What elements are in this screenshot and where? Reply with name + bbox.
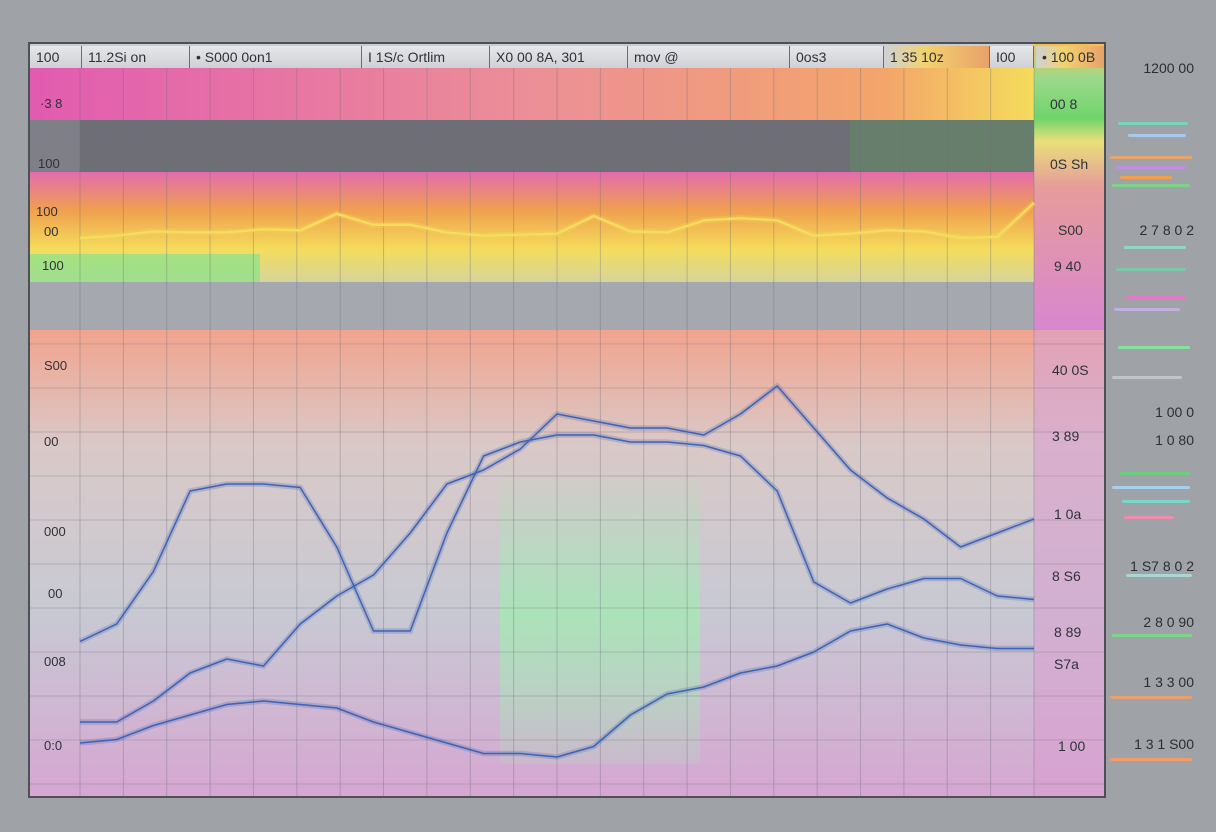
side-label-6: 1 3 3 00 — [1143, 674, 1194, 690]
side-label-2: 1 00 0 — [1155, 404, 1194, 420]
side-bar-1 — [1128, 134, 1186, 137]
bottom-right-label-6: 1 00 — [1058, 738, 1086, 754]
header-cell-7: 1 35 10z — [884, 46, 990, 68]
side-bar-3 — [1116, 166, 1186, 169]
side-label-0: 1200 00 — [1143, 60, 1194, 76]
top-right-label-1: 0S Sh — [1050, 156, 1089, 172]
side-bar-2 — [1110, 156, 1192, 159]
bottom-right-label-5: S7a — [1054, 656, 1079, 672]
header-cell-5: mov @ — [628, 46, 790, 68]
bottom-left-label-3: 00 — [48, 586, 63, 601]
chart-canvas — [30, 44, 1104, 796]
top-right-label-3: 9 40 — [1054, 258, 1082, 274]
side-label-5: 2 8 0 90 — [1143, 614, 1194, 630]
side-bar-0 — [1118, 122, 1188, 125]
side-label-4: 1 S7 8 0 2 — [1130, 558, 1194, 574]
green-wedge — [30, 254, 260, 282]
header-cell-4: X0 00 8A, 301 — [490, 46, 628, 68]
top-left-label-3: 00 — [44, 224, 59, 239]
bottom-right-label-2: 1 0a — [1054, 506, 1082, 522]
header-cell-0: 100 — [30, 46, 82, 68]
top-right-label-0: 00 8 — [1050, 96, 1078, 112]
bottom-right-label-4: 8 89 — [1054, 624, 1082, 640]
bottom-right-label-1: 3 89 — [1052, 428, 1080, 444]
top-color-band — [30, 68, 1034, 120]
side-bar-6 — [1124, 246, 1186, 249]
side-bar-16 — [1126, 574, 1192, 577]
side-bar-8 — [1126, 296, 1186, 299]
side-bar-13 — [1112, 486, 1190, 489]
header-cell-2: • S000 0on1 — [190, 46, 362, 68]
header-cell-9: • 100 0B — [1036, 46, 1104, 68]
bottom-left-label-1: 00 — [44, 434, 59, 449]
bottom-left-label-0: S00 — [44, 358, 68, 373]
bottom-right-label-0: 40 0S — [1052, 362, 1089, 378]
side-bar-17 — [1112, 634, 1192, 637]
side-bar-10 — [1118, 346, 1190, 349]
side-label-3: 1 0 80 — [1155, 432, 1194, 448]
header-cell-6: 0os3 — [790, 46, 884, 68]
side-bar-9 — [1114, 308, 1180, 311]
top-left-label-2: 100 — [36, 204, 58, 219]
chart-frame: 100 11.2Si on • S000 0on1 I 1S/c Ortlim X0 0… — [28, 42, 1106, 798]
side-label-7: 1 3 1 S00 — [1134, 736, 1194, 752]
bottom-left-label-2: 000 — [44, 524, 66, 539]
top-left-label-1: 100 — [38, 156, 60, 171]
side-bar-7 — [1116, 268, 1186, 271]
top-right-label-2: S00 — [1058, 222, 1083, 238]
top-left-label-4: 100 — [42, 258, 64, 273]
side-bar-18 — [1110, 696, 1192, 699]
bottom-left-label-4: 008 — [44, 654, 66, 669]
top-left-label-0: ·3 8 — [40, 96, 63, 111]
header-cell-8: I00 — [990, 46, 1034, 68]
right-value-strip — [1034, 44, 1104, 330]
side-panel: 1200 00 2 7 8 0 2 1 00 0 1 0 80 1 S7 8 0… — [1106, 42, 1216, 798]
side-bar-5 — [1112, 184, 1190, 187]
header-cell-1: 11.2Si on — [82, 46, 190, 68]
side-bar-19 — [1110, 758, 1192, 761]
side-bar-12 — [1120, 472, 1190, 475]
side-bar-4 — [1120, 176, 1172, 179]
side-label-1: 2 7 8 0 2 — [1139, 222, 1195, 238]
bottom-left-label-5: 0:0 — [44, 738, 63, 753]
header-cell-3: I 1S/c Ortlim — [362, 46, 490, 68]
separator-band — [30, 282, 1034, 330]
side-bar-14 — [1122, 500, 1190, 503]
side-bar-15 — [1124, 516, 1174, 519]
dark-band-green — [850, 120, 1034, 172]
bottom-right-label-3: 8 S6 — [1052, 568, 1081, 584]
side-bar-11 — [1112, 376, 1182, 379]
